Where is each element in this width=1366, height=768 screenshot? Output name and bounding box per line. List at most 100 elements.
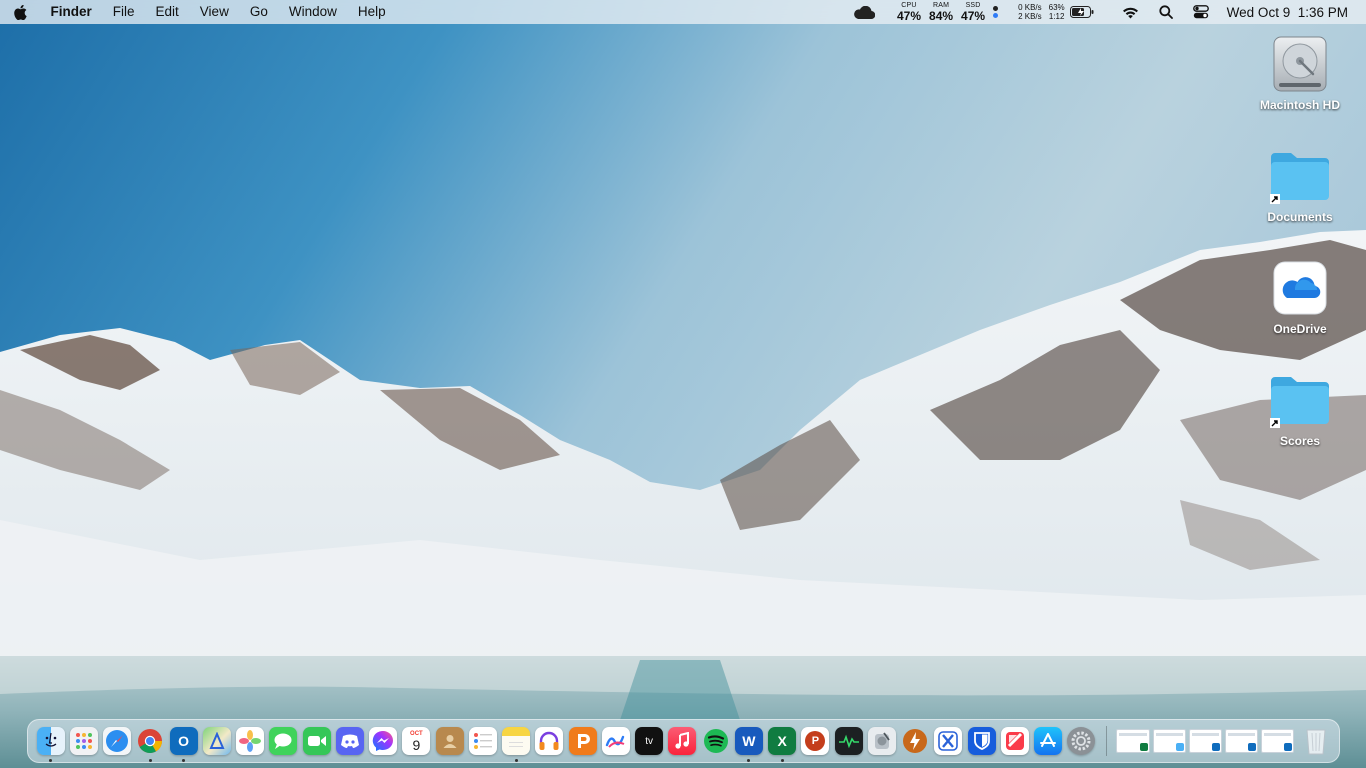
maps-icon: [202, 727, 231, 755]
dock-spotify[interactable]: [699, 719, 732, 763]
dock-app-store[interactable]: [1032, 719, 1065, 763]
dock: O OCT 9 tv W X P: [27, 719, 1340, 763]
dock-safari[interactable]: [101, 719, 134, 763]
dock-audiobook[interactable]: [533, 719, 566, 763]
menu-edit[interactable]: Edit: [145, 0, 189, 24]
clock[interactable]: Wed Oct 9 1:36 PM: [1227, 5, 1348, 20]
ssd-value: 47%: [961, 9, 986, 23]
dock-activity-monitor[interactable]: [832, 719, 865, 763]
dock-news[interactable]: [998, 719, 1031, 763]
menu-file[interactable]: File: [102, 0, 145, 24]
apple-menu[interactable]: [0, 0, 40, 24]
alias-arrow-icon: [1270, 194, 1280, 204]
battery-percent: 63%: [1048, 3, 1065, 12]
dock-launchpad[interactable]: [67, 719, 100, 763]
battery-status[interactable]: [1069, 6, 1094, 18]
window-thumbnail-bar: [1119, 733, 1147, 736]
desktop-icon-macintosh-hd[interactable]: Macintosh HD: [1250, 32, 1350, 112]
chrome-icon: [136, 727, 164, 755]
menu-view[interactable]: View: [189, 0, 239, 24]
cpu-stat[interactable]: CPU 47%: [897, 2, 921, 22]
dock-system-settings[interactable]: [1065, 719, 1098, 763]
dock-xcode-x[interactable]: [932, 719, 965, 763]
dock-contacts[interactable]: [433, 719, 466, 763]
photos-icon: [236, 727, 265, 755]
desktop-icon-documents[interactable]: Documents: [1250, 144, 1350, 224]
ram-label: RAM: [932, 2, 950, 9]
dock-reeder[interactable]: [899, 719, 932, 763]
running-indicator: [182, 759, 186, 762]
menu-window[interactable]: Window: [278, 0, 347, 24]
dock-minimized-window-4[interactable]: [1224, 729, 1258, 753]
outlook-badge-icon: [1247, 743, 1256, 751]
cloud-status[interactable]: [853, 5, 875, 19]
desktop-icon-scores[interactable]: Scores: [1250, 368, 1350, 448]
outlook-badge-icon: [1211, 743, 1220, 751]
dock-chrome[interactable]: [134, 719, 167, 763]
finder-icon: [36, 727, 65, 755]
network-stat[interactable]: 0 KB/s 2 KB/s: [1018, 3, 1042, 21]
dock-messenger[interactable]: [367, 719, 400, 763]
activity-dots: [993, 5, 999, 19]
dock-calendar[interactable]: OCT 9: [400, 719, 433, 763]
ssd-stat[interactable]: SSD 47%: [961, 2, 985, 22]
lightning-icon: [901, 727, 929, 755]
dock-trash[interactable]: [1300, 719, 1333, 763]
menu-app-name[interactable]: Finder: [40, 0, 102, 24]
dock-finder[interactable]: [34, 719, 67, 763]
running-indicator: [148, 759, 152, 762]
dock-music[interactable]: [666, 719, 699, 763]
window-thumbnail-bar: [1227, 733, 1255, 736]
excel-badge-icon: [1139, 743, 1148, 751]
ram-stat[interactable]: RAM 84%: [929, 2, 953, 22]
dock-reminders[interactable]: [466, 719, 499, 763]
dock-disk-utility[interactable]: [865, 719, 898, 763]
dock-excel[interactable]: X: [766, 719, 799, 763]
news-icon: [1000, 727, 1029, 755]
dock-minimized-window-5[interactable]: [1260, 729, 1295, 753]
dock-apple-tv[interactable]: tv: [633, 719, 666, 763]
pdf-icon: [568, 727, 597, 755]
desktop-icon-onedrive[interactable]: OneDrive: [1250, 256, 1350, 336]
dock-freeform[interactable]: [599, 719, 632, 763]
dock-appstore-alt[interactable]: [200, 719, 233, 763]
dock-facetime[interactable]: [300, 719, 333, 763]
dock-notes[interactable]: [500, 719, 533, 763]
folder-icon: [1268, 144, 1332, 208]
spotlight-search[interactable]: [1159, 5, 1173, 19]
outlook-badge-icon: [1284, 743, 1293, 751]
battery-text[interactable]: 63% 1:12: [1049, 3, 1065, 21]
dock-photos[interactable]: [234, 719, 267, 763]
dock-outlook[interactable]: O: [167, 719, 200, 763]
dock-discord[interactable]: [333, 719, 366, 763]
apple-icon: [13, 4, 27, 20]
desktop-icon-label: Scores: [1279, 434, 1321, 448]
running-indicator: [514, 759, 518, 762]
dock-word[interactable]: W: [732, 719, 765, 763]
powerpoint-letter: P: [805, 731, 826, 751]
dock-minimized-window-2[interactable]: [1152, 729, 1186, 753]
menu-go[interactable]: Go: [239, 0, 278, 24]
control-center[interactable]: [1192, 5, 1209, 19]
bitwarden-icon: [967, 727, 996, 755]
running-indicator: [747, 759, 751, 762]
running-indicator: [780, 759, 784, 762]
dock-pdf-app[interactable]: [566, 719, 599, 763]
dock-messages[interactable]: [267, 719, 300, 763]
running-indicator: [49, 759, 53, 762]
battery-time: 1:12: [1048, 12, 1065, 21]
wifi-status[interactable]: [1122, 6, 1139, 19]
hard-drive-icon: [1268, 32, 1332, 96]
trash-icon: [1306, 729, 1326, 755]
reminders-icon: [468, 727, 497, 755]
menu-left: Finder File Edit View Go Window Help: [0, 0, 396, 24]
dock-bitwarden[interactable]: [965, 719, 998, 763]
dock-minimized-window-3[interactable]: [1188, 729, 1222, 753]
menu-help[interactable]: Help: [347, 0, 396, 24]
dock-powerpoint[interactable]: P: [799, 719, 832, 763]
dock-minimized-window-1[interactable]: [1116, 729, 1150, 753]
apple-tv-icon: tv: [635, 727, 664, 755]
calendar-icon: OCT 9: [402, 727, 431, 755]
safari-icon: [103, 727, 132, 755]
word-letter: W: [742, 733, 756, 749]
